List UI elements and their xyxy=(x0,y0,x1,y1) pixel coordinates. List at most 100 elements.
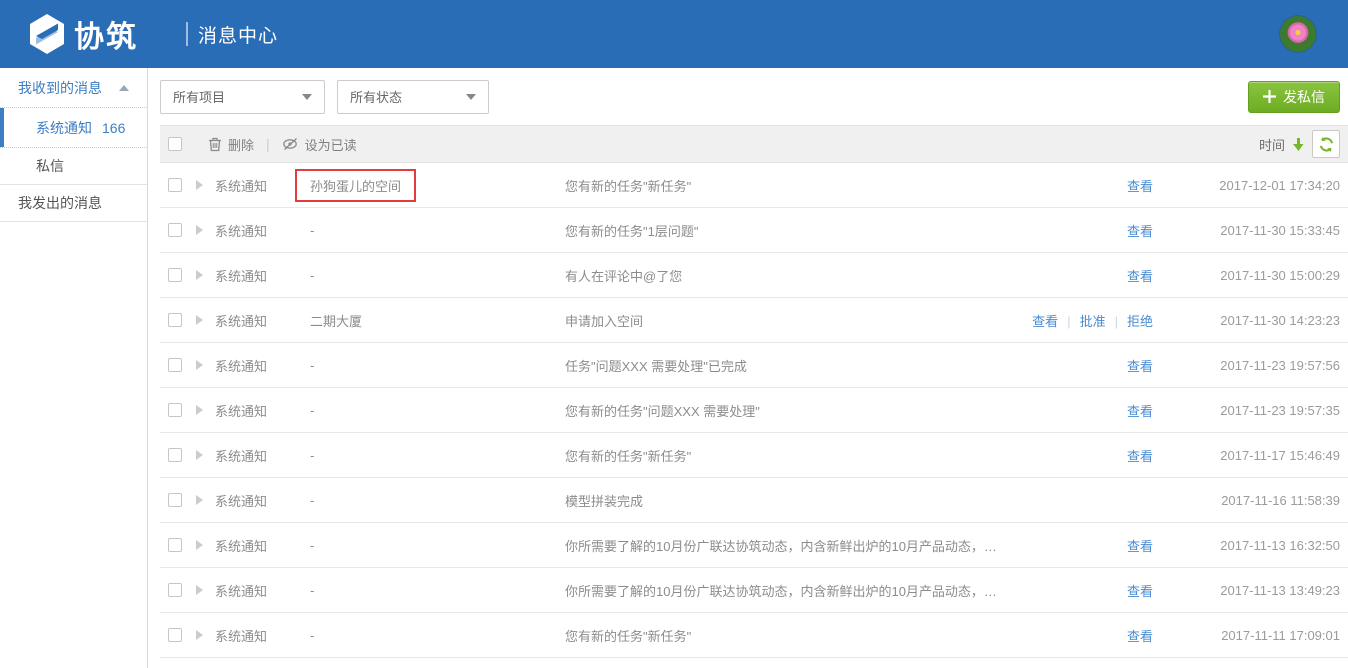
row-action-link[interactable]: 查看 xyxy=(1127,359,1153,374)
caret-down-icon xyxy=(466,94,476,100)
row-action-link[interactable]: 批准 xyxy=(1080,314,1106,329)
expand-triangle-icon[interactable] xyxy=(196,360,203,370)
delete-button[interactable]: 删除 xyxy=(208,135,254,154)
row-checkbox[interactable] xyxy=(168,493,182,507)
row-action-link[interactable]: 查看 xyxy=(1127,449,1153,464)
row-space: - xyxy=(310,358,565,373)
sidebar-item-private-message[interactable]: 私信 xyxy=(0,148,147,184)
row-action-link[interactable]: 查看 xyxy=(1127,584,1153,599)
sidebar: 我收到的消息 系统通知 166 私信 我发出的消息 xyxy=(0,68,148,668)
row-checkbox[interactable] xyxy=(168,358,182,372)
row-message: 申请加入空间 xyxy=(565,311,1008,330)
mark-read-button[interactable]: 设为已读 xyxy=(282,135,357,154)
send-private-message-label: 发私信 xyxy=(1283,87,1325,107)
expand-triangle-icon[interactable] xyxy=(196,270,203,280)
row-checkbox[interactable] xyxy=(168,628,182,642)
table-row: 系统通知 - 你所需要了解的10月份广联达协筑动态，内含新鲜出炉的10月产品动态… xyxy=(160,568,1348,613)
row-message: 您有新的任务"新任务" xyxy=(565,176,1008,195)
row-space-text: 二期大厦 xyxy=(310,311,362,330)
hexagon-logo-icon xyxy=(28,13,66,55)
row-type: 系统通知 xyxy=(215,581,310,600)
row-type: 系统通知 xyxy=(215,356,310,375)
status-filter-value: 所有状态 xyxy=(350,87,402,106)
row-checkbox[interactable] xyxy=(168,538,182,552)
row-actions: 查看 xyxy=(1008,401,1153,420)
sort-time-label: 时间 xyxy=(1259,138,1285,153)
row-space: - xyxy=(310,493,565,508)
row-action-link[interactable]: 查看 xyxy=(1127,404,1153,419)
row-timestamp: 2017-11-13 16:32:50 xyxy=(1153,538,1348,553)
row-space-text: - xyxy=(310,448,314,463)
row-checkbox[interactable] xyxy=(168,448,182,462)
row-checkbox[interactable] xyxy=(168,268,182,282)
row-actions: 查看 xyxy=(1008,356,1153,375)
status-filter-select[interactable]: 所有状态 xyxy=(337,80,489,114)
row-message: 你所需要了解的10月份广联达协筑动态，内含新鲜出炉的10月产品动态，诺士诚监理单… xyxy=(565,536,1008,555)
row-space: 孙狗蛋儿的空间 xyxy=(310,169,565,202)
row-checkbox[interactable] xyxy=(168,403,182,417)
row-space: - xyxy=(310,628,565,643)
row-actions: 查看 xyxy=(1008,536,1153,555)
expand-triangle-icon[interactable] xyxy=(196,405,203,415)
page-title: 消息中心 xyxy=(198,21,278,48)
logo-text: 协筑 xyxy=(74,12,138,56)
table-row: 系统通知 - 模型拼装完成 2017-11-16 11:58:39 xyxy=(160,478,1348,523)
expand-triangle-icon[interactable] xyxy=(196,315,203,325)
expand-triangle-icon[interactable] xyxy=(196,225,203,235)
row-checkbox[interactable] xyxy=(168,178,182,192)
row-space: - xyxy=(310,583,565,598)
table-row: 系统通知 - 您有新的任务"问题XXX 需要处理" 查看 2017-11-23 … xyxy=(160,388,1348,433)
row-message: 有人在评论中@了您 xyxy=(565,266,1008,285)
expand-triangle-icon[interactable] xyxy=(196,540,203,550)
row-timestamp: 2017-11-30 14:23:23 xyxy=(1153,313,1348,328)
expand-triangle-icon[interactable] xyxy=(196,450,203,460)
row-space: - xyxy=(310,448,565,463)
row-actions: 查看 xyxy=(1008,446,1153,465)
row-action-link[interactable]: 查看 xyxy=(1032,314,1058,329)
row-action-link[interactable]: 查看 xyxy=(1127,269,1153,284)
message-list: 系统通知 孙狗蛋儿的空间 您有新的任务"新任务" 查看 2017-12-01 1… xyxy=(160,163,1348,658)
row-timestamp: 2017-11-30 15:33:45 xyxy=(1153,223,1348,238)
delete-label: 删除 xyxy=(228,135,254,154)
row-actions: 查看 xyxy=(1008,266,1153,285)
row-checkbox[interactable] xyxy=(168,313,182,327)
row-message: 任务"问题XXX 需要处理"已完成 xyxy=(565,356,1008,375)
row-message: 你所需要了解的10月份广联达协筑动态，内含新鲜出炉的10月产品动态，诺士诚监理单… xyxy=(565,581,1008,600)
table-row: 系统通知 - 有人在评论中@了您 查看 2017-11-30 15:00:29 xyxy=(160,253,1348,298)
row-space-text: - xyxy=(310,538,314,553)
send-private-message-button[interactable]: 发私信 xyxy=(1248,81,1340,113)
trash-icon xyxy=(208,137,222,152)
project-filter-value: 所有项目 xyxy=(173,87,225,106)
row-checkbox[interactable] xyxy=(168,223,182,237)
row-timestamp: 2017-11-23 19:57:35 xyxy=(1153,403,1348,418)
row-action-link[interactable]: 查看 xyxy=(1127,539,1153,554)
row-message: 模型拼装完成 xyxy=(565,491,1008,510)
row-type: 系统通知 xyxy=(215,626,310,645)
expand-triangle-icon[interactable] xyxy=(196,495,203,505)
row-space-text: - xyxy=(310,583,314,598)
user-avatar[interactable] xyxy=(1280,16,1316,52)
app-logo[interactable]: 协筑 xyxy=(28,12,138,56)
table-row: 系统通知 二期大厦 申请加入空间 查看|批准|拒绝 2017-11-30 14:… xyxy=(160,298,1348,343)
list-toolbar: 删除 | 设为已读 时间 xyxy=(160,125,1348,163)
row-checkbox[interactable] xyxy=(168,583,182,597)
row-action-link[interactable]: 查看 xyxy=(1127,179,1153,194)
select-all-checkbox[interactable] xyxy=(168,137,182,151)
refresh-button[interactable] xyxy=(1312,130,1340,158)
refresh-icon xyxy=(1318,136,1335,153)
row-action-link[interactable]: 查看 xyxy=(1127,629,1153,644)
sidebar-group-sent[interactable]: 我发出的消息 xyxy=(0,184,147,222)
row-action-link[interactable]: 拒绝 xyxy=(1127,314,1153,329)
sort-by-time-button[interactable]: 时间 xyxy=(1259,135,1285,154)
row-action-link[interactable]: 查看 xyxy=(1127,224,1153,239)
expand-triangle-icon[interactable] xyxy=(196,630,203,640)
sidebar-item-system-notice[interactable]: 系统通知 166 xyxy=(0,108,147,148)
row-space-text: - xyxy=(310,628,314,643)
row-type: 系统通知 xyxy=(215,266,310,285)
plus-icon xyxy=(1263,90,1276,103)
expand-triangle-icon[interactable] xyxy=(196,180,203,190)
project-filter-select[interactable]: 所有项目 xyxy=(160,80,325,114)
table-row: 系统通知 - 您有新的任务"1层问题" 查看 2017-11-30 15:33:… xyxy=(160,208,1348,253)
expand-triangle-icon[interactable] xyxy=(196,585,203,595)
sidebar-group-received[interactable]: 我收到的消息 xyxy=(0,68,147,108)
